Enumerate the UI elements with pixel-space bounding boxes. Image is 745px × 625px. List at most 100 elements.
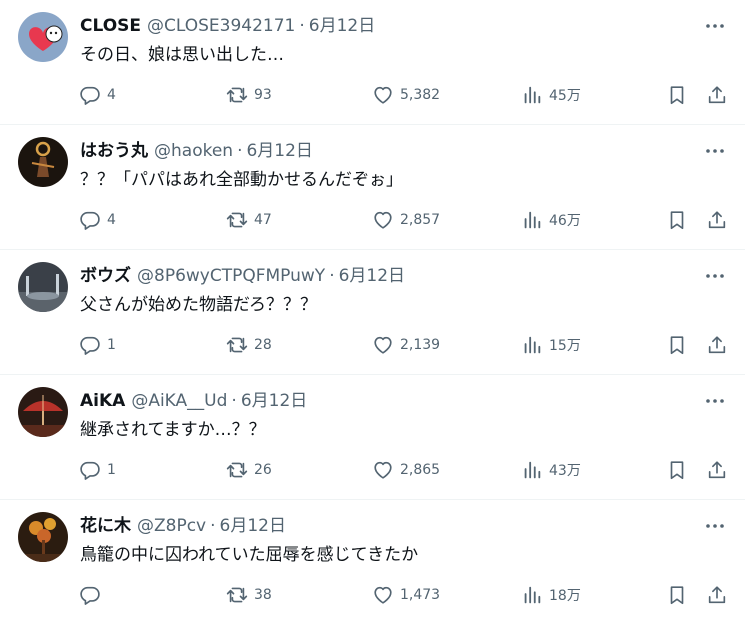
more-options-icon[interactable] (701, 514, 729, 538)
tweet-text: 鳥籠の中に囚われていた屈辱を感じてきたか (80, 545, 419, 565)
like-button[interactable]: 2,857 (372, 207, 440, 233)
reply-count: 4 (107, 87, 116, 103)
more-options-icon[interactable] (701, 264, 729, 288)
retweet-count: 28 (254, 337, 272, 353)
like-button[interactable]: 2,865 (372, 457, 440, 483)
views-chart-icon (524, 461, 541, 479)
like-count: 1,473 (400, 587, 441, 603)
views-button[interactable]: 15万 (521, 332, 581, 358)
bookmark-button[interactable] (666, 457, 688, 483)
bookmark-button[interactable] (666, 82, 688, 108)
action-bar: 1 28 2,139 15万 (0, 332, 745, 358)
tweet[interactable]: はおう丸 @haoken · 6月12日 ？？「パパはあれ全部動かせるんだぞぉ」… (0, 125, 745, 250)
avatar[interactable] (18, 12, 68, 62)
tweet-text: その日、娘は思い出した… (80, 45, 284, 65)
bookmark-button[interactable] (666, 207, 688, 233)
user-handle[interactable]: @8P6wyCTPQFMPuwY (137, 264, 325, 288)
like-button[interactable]: 5,382 (372, 82, 440, 108)
bookmark-button[interactable] (666, 582, 688, 608)
tweet-text: ？？「パパはあれ全部動かせるんだぞぉ」 (80, 170, 403, 190)
separator-dot: · (231, 391, 237, 411)
retweet-count: 93 (254, 87, 272, 103)
more-options-icon[interactable] (701, 14, 729, 38)
heart-icon (374, 336, 392, 354)
retweet-button[interactable]: 38 (226, 582, 272, 608)
views-button[interactable]: 18万 (521, 582, 581, 608)
retweet-icon (226, 212, 248, 228)
retweet-button[interactable]: 28 (226, 332, 272, 358)
retweet-icon (226, 337, 248, 353)
bookmark-icon (670, 586, 684, 605)
views-button[interactable]: 45万 (521, 82, 581, 108)
display-name[interactable]: はおう丸 (80, 139, 148, 163)
heart-icon (374, 461, 392, 479)
views-button[interactable]: 43万 (521, 457, 581, 483)
display-name[interactable]: CLOSE (80, 14, 141, 38)
reply-icon (80, 336, 100, 355)
bookmark-icon (670, 461, 684, 480)
action-bar: 4 93 5,382 45万 (0, 82, 745, 108)
like-button[interactable]: 2,139 (372, 332, 440, 358)
like-count: 5,382 (400, 87, 441, 103)
avatar[interactable] (18, 387, 68, 437)
more-options-icon[interactable] (701, 139, 729, 163)
action-bar: 4 47 2,857 46万 (0, 207, 745, 233)
tweet-header: はおう丸 @haoken · 6月12日 (80, 139, 313, 163)
tweet[interactable]: ボウズ @8P6wyCTPQFMPuwY · 6月12日 父さんが始めた物語だろ… (0, 250, 745, 375)
retweet-button[interactable]: 47 (226, 207, 272, 233)
reply-icon (80, 86, 100, 105)
display-name[interactable]: 花に木 (80, 514, 131, 538)
views-button[interactable]: 46万 (521, 207, 581, 233)
share-button[interactable] (706, 582, 728, 608)
more-options-icon[interactable] (701, 389, 729, 413)
user-handle[interactable]: @AiKA__Ud (131, 389, 227, 413)
tweet-date[interactable]: 6月12日 (309, 14, 375, 38)
views-count: 43万 (549, 463, 581, 479)
reply-button[interactable]: 1 (79, 457, 116, 483)
views-count: 15万 (549, 338, 581, 354)
tweet-header: AiKA @AiKA__Ud · 6月12日 (80, 389, 307, 413)
reply-icon (80, 211, 100, 230)
reply-icon (80, 461, 100, 480)
reply-button[interactable]: 1 (79, 332, 116, 358)
retweet-count: 38 (254, 587, 272, 603)
bookmark-button[interactable] (666, 332, 688, 358)
tweet-date[interactable]: 6月12日 (241, 389, 307, 413)
display-name[interactable]: AiKA (80, 389, 125, 413)
reply-button[interactable] (79, 582, 107, 608)
reply-count: 4 (107, 212, 116, 228)
user-handle[interactable]: @haoken (154, 139, 233, 163)
reply-button[interactable]: 4 (79, 82, 116, 108)
share-button[interactable] (706, 82, 728, 108)
views-chart-icon (524, 586, 541, 604)
views-chart-icon (524, 86, 541, 104)
retweet-count: 26 (254, 462, 272, 478)
tweet[interactable]: CLOSE @CLOSE3942171 · 6月12日 その日、娘は思い出した…… (0, 0, 745, 125)
share-button[interactable] (706, 332, 728, 358)
tweet-header: 花に木 @Z8Pcv · 6月12日 (80, 514, 286, 538)
tweet[interactable]: 花に木 @Z8Pcv · 6月12日 鳥籠の中に囚われていた屈辱を感じてきたか … (0, 500, 745, 625)
share-button[interactable] (706, 207, 728, 233)
tweet-date[interactable]: 6月12日 (339, 264, 405, 288)
share-button[interactable] (706, 457, 728, 483)
retweet-icon (226, 462, 248, 478)
user-handle[interactable]: @Z8Pcv (137, 514, 206, 538)
reply-count: 1 (107, 337, 116, 353)
reply-button[interactable]: 4 (79, 207, 116, 233)
share-icon (708, 586, 726, 604)
tweet-date[interactable]: 6月12日 (246, 139, 312, 163)
tweet-date[interactable]: 6月12日 (220, 514, 286, 538)
retweet-button[interactable]: 26 (226, 457, 272, 483)
retweet-button[interactable]: 93 (226, 82, 272, 108)
like-button[interactable]: 1,473 (372, 582, 440, 608)
display-name[interactable]: ボウズ (80, 264, 131, 288)
separator-dot: · (237, 141, 243, 161)
avatar[interactable] (18, 137, 68, 187)
avatar[interactable] (18, 262, 68, 312)
tweet-header: CLOSE @CLOSE3942171 · 6月12日 (80, 14, 375, 38)
heart-icon (374, 586, 392, 604)
tweet[interactable]: AiKA @AiKA__Ud · 6月12日 継承されてますか…？？ 1 26 … (0, 375, 745, 500)
views-chart-icon (524, 211, 541, 229)
user-handle[interactable]: @CLOSE3942171 (147, 14, 295, 38)
avatar[interactable] (18, 512, 68, 562)
